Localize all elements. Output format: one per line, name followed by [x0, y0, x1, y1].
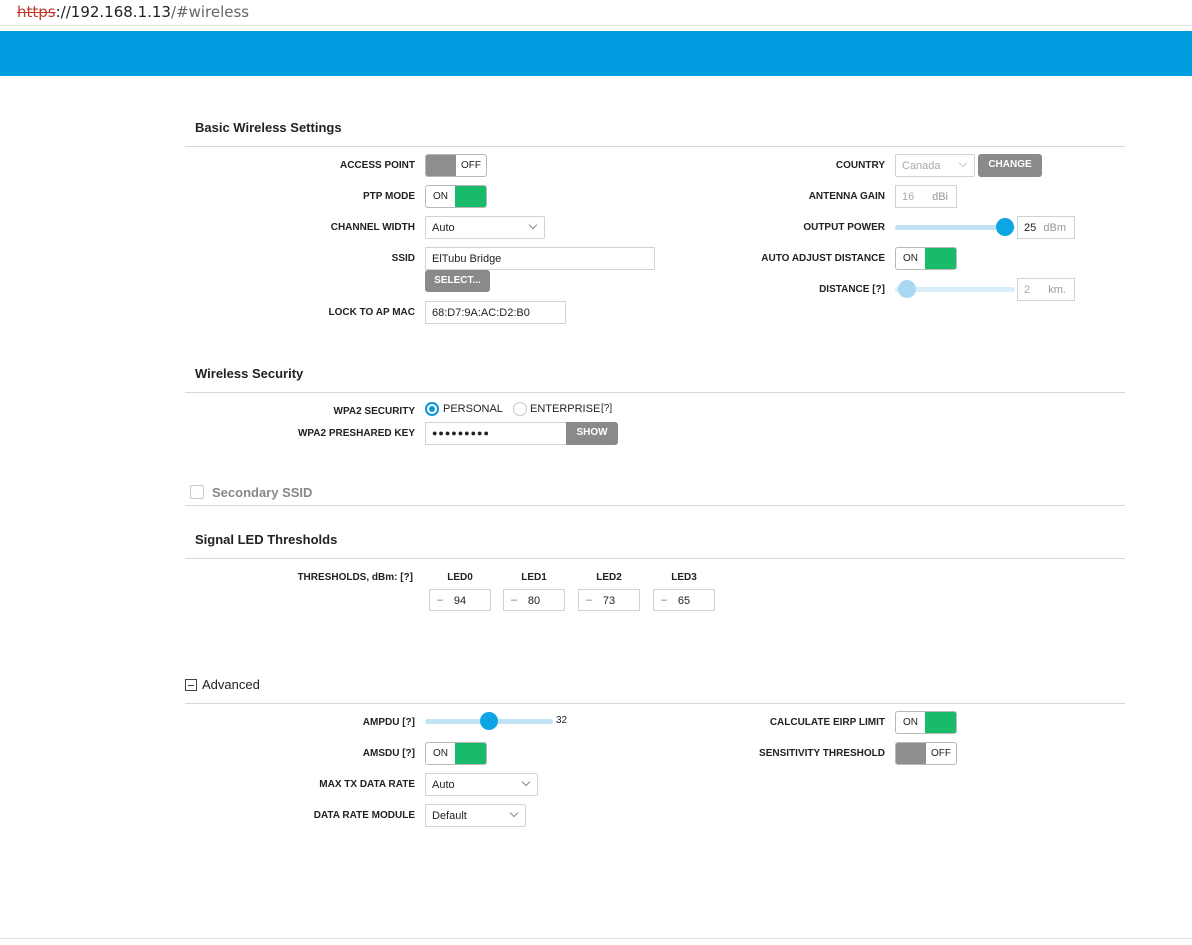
calculate-eirp-limit-toggle[interactable]: ON: [895, 711, 957, 734]
auto-adjust-distance-label: AUTO ADJUST DISTANCE: [761, 253, 885, 264]
access-point-label: ACCESS POINT: [339, 160, 415, 171]
unit-label: km.: [1048, 284, 1066, 296]
ptp-mode-label: PTP MODE: [362, 191, 415, 202]
section-title-security: Wireless Security: [195, 366, 304, 381]
divider: [185, 392, 1125, 393]
ampdu-value: 32: [556, 715, 568, 726]
output-power-slider-handle[interactable]: [996, 218, 1015, 236]
toggle-state: OFF: [931, 748, 951, 759]
channel-width-select[interactable]: Auto: [425, 216, 545, 239]
section-title-led: Signal LED Thresholds: [195, 532, 338, 547]
help-link[interactable]: [?]: [601, 403, 612, 414]
divider: [185, 703, 1125, 704]
ptp-mode-toggle[interactable]: ON: [425, 185, 487, 208]
unit-label: dBm: [1043, 222, 1066, 234]
preshared-key-label: WPA2 PRESHARED KEY: [297, 428, 415, 439]
sensitivity-threshold-toggle[interactable]: OFF: [895, 742, 957, 765]
preshared-key-input[interactable]: ●●●●●●●●●: [425, 422, 567, 445]
country-select[interactable]: Canada: [895, 154, 975, 177]
toggle-state: ON: [903, 717, 918, 728]
url-text[interactable]: https://192.168.1.13/#wireless: [17, 3, 249, 21]
output-power-input[interactable]: 25 dBm: [1017, 216, 1075, 239]
led1-header: LED1: [521, 572, 547, 583]
show-key-button[interactable]: SHOW: [566, 422, 618, 445]
section-title-advanced[interactable]: Advanced: [202, 677, 260, 692]
wpa2-security-label: WPA2 SECURITY: [333, 406, 416, 417]
led0-input[interactable]: –94: [429, 589, 491, 611]
unit-label: dBi: [932, 191, 948, 203]
toggle-state: ON: [433, 748, 448, 759]
radio-personal-label[interactable]: PERSONAL: [443, 403, 503, 415]
chevron-down-icon: [528, 220, 538, 230]
section-title-basic: Basic Wireless Settings: [195, 120, 342, 135]
ampdu-label: AMPDU [?]: [362, 717, 415, 728]
led3-input[interactable]: –65: [653, 589, 715, 611]
led3-header: LED3: [671, 572, 697, 583]
thresholds-label: THRESHOLDS, dBm: [?]: [297, 572, 413, 583]
distance-slider-handle[interactable]: [898, 280, 916, 298]
sensitivity-threshold-label: SENSITIVITY THRESHOLD: [759, 748, 885, 759]
calculate-eirp-limit-label: CALCULATE EIRP LIMIT: [769, 717, 885, 728]
collapse-icon[interactable]: [185, 679, 197, 691]
amsdu-label: AMSDU [?]: [362, 748, 415, 759]
led0-header: LED0: [447, 572, 473, 583]
led2-header: LED2: [596, 572, 622, 583]
ssid-select-button[interactable]: SELECT...: [425, 270, 490, 292]
country-change-button[interactable]: CHANGE: [978, 154, 1042, 177]
output-power-label: OUTPUT POWER: [803, 222, 885, 233]
toggle-state: OFF: [461, 160, 481, 171]
toggle-state: ON: [903, 253, 918, 264]
ssid-input[interactable]: ElTubu Bridge: [425, 247, 655, 270]
radio-personal[interactable]: [425, 402, 439, 416]
distance-label: DISTANCE [?]: [819, 284, 885, 295]
lock-to-ap-mac-input[interactable]: 68:D7:9A:AC:D2:B0: [425, 301, 566, 324]
ampdu-slider-handle[interactable]: [480, 712, 498, 730]
radio-enterprise[interactable]: [513, 402, 527, 416]
auto-adjust-distance-toggle[interactable]: ON: [895, 247, 957, 270]
section-title-secondary-ssid[interactable]: Secondary SSID: [212, 485, 312, 500]
chevron-down-icon: [958, 158, 968, 168]
distance-input[interactable]: 2 km.: [1017, 278, 1075, 301]
divider: [185, 146, 1125, 147]
channel-width-label: CHANNEL WIDTH: [330, 222, 415, 233]
amsdu-toggle[interactable]: ON: [425, 742, 487, 765]
max-tx-data-rate-select[interactable]: Auto: [425, 773, 538, 796]
lock-to-ap-mac-label: LOCK TO AP MAC: [328, 307, 415, 318]
divider: [185, 558, 1125, 559]
max-tx-data-rate-label: MAX TX DATA RATE: [319, 779, 415, 790]
secondary-ssid-checkbox[interactable]: [190, 485, 204, 499]
footer-divider: [0, 938, 1192, 939]
antenna-gain-label: ANTENNA GAIN: [808, 191, 885, 202]
access-point-toggle[interactable]: OFF: [425, 154, 487, 177]
country-label: COUNTRY: [835, 160, 885, 171]
data-rate-module-select[interactable]: Default: [425, 804, 526, 827]
antenna-gain-input[interactable]: 16 dBi: [895, 185, 957, 208]
radio-enterprise-label[interactable]: ENTERPRISE: [530, 403, 600, 415]
browser-url-bar[interactable]: https://192.168.1.13/#wireless: [0, 0, 1192, 26]
chevron-down-icon: [509, 808, 519, 818]
chevron-down-icon: [521, 777, 531, 787]
data-rate-module-label: DATA RATE MODULE: [313, 810, 415, 821]
ssid-label: SSID: [391, 253, 415, 264]
toggle-state: ON: [433, 191, 448, 202]
divider: [185, 505, 1125, 506]
led2-input[interactable]: –73: [578, 589, 640, 611]
header-banner: [0, 31, 1192, 76]
led1-input[interactable]: –80: [503, 589, 565, 611]
